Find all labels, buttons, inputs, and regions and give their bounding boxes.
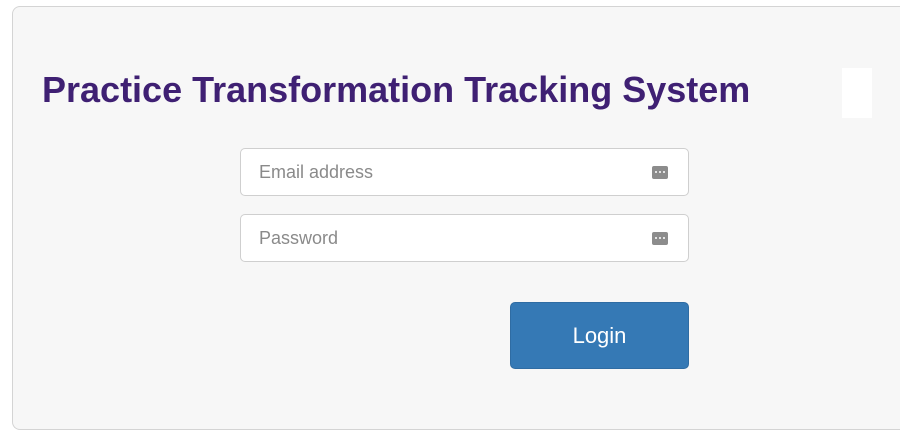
password-manager-icon[interactable]: [652, 232, 668, 245]
page-title: Practice Transformation Tracking System: [42, 69, 751, 110]
password-field[interactable]: [241, 215, 688, 261]
login-button[interactable]: Login: [510, 302, 689, 369]
password-field-container: [240, 214, 689, 262]
title-background-patch: [842, 68, 872, 118]
email-field[interactable]: [241, 149, 688, 195]
password-manager-icon[interactable]: [652, 166, 668, 179]
email-field-container: [240, 148, 689, 196]
